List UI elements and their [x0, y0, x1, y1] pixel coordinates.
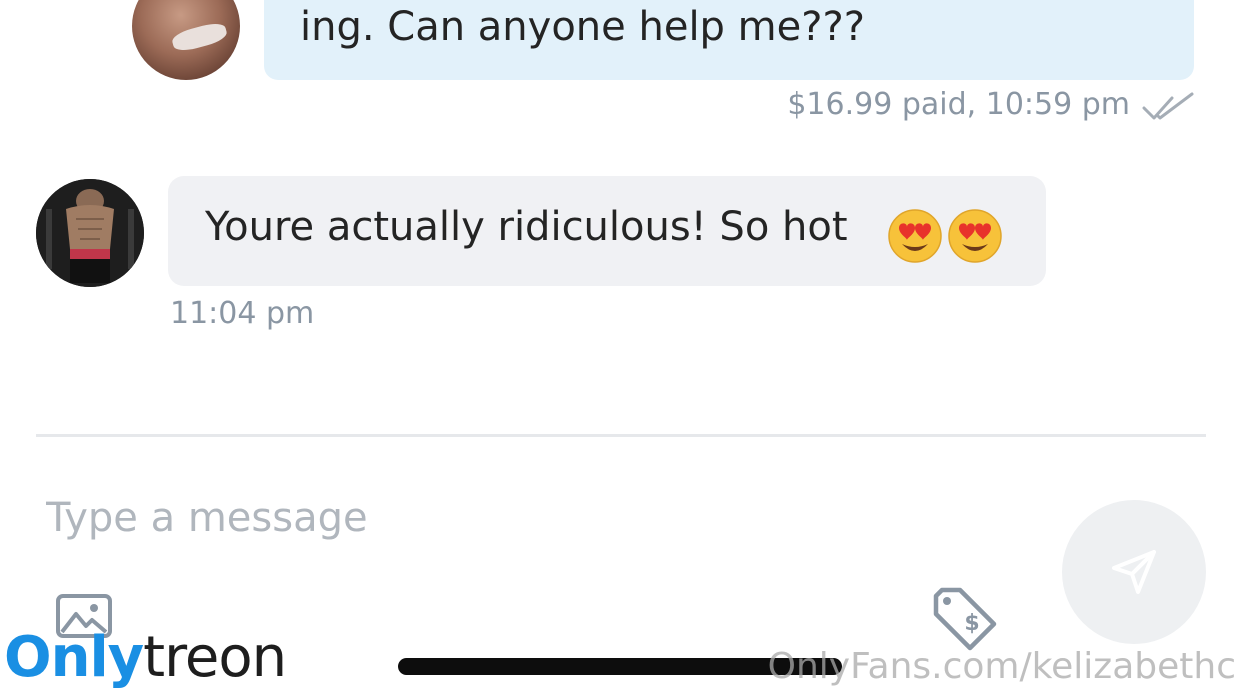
- send-icon: [1112, 550, 1156, 594]
- message-input[interactable]: [46, 488, 1026, 548]
- composer-divider: [36, 434, 1206, 437]
- svg-text:$: $: [964, 611, 979, 636]
- watermark-url: OnlyFans.com/kelizabethc: [767, 646, 1236, 687]
- recipient-avatar[interactable]: [36, 179, 144, 287]
- sent-message-text: ing. Can anyone help me???: [300, 4, 865, 50]
- message-emojis: [887, 208, 1003, 264]
- chat-screen: ing. Can anyone help me??? $16.99 paid, …: [0, 0, 1242, 697]
- avatar-photo-detail: [170, 20, 229, 54]
- avatar-photo: [36, 179, 144, 287]
- price-tag-icon[interactable]: $: [930, 586, 1000, 652]
- heart-eyes-emoji-icon: [948, 209, 1002, 263]
- watermark-logo-part2: treon: [143, 625, 287, 690]
- received-message-time: 11:04 pm: [170, 296, 315, 331]
- sent-message-meta: $16.99 paid, 10:59 pm: [787, 87, 1130, 122]
- watermark-logo: Onlytreon: [4, 625, 287, 690]
- send-button[interactable]: [1062, 500, 1206, 644]
- received-message-text: Youre actually ridiculous! So hot: [205, 204, 848, 250]
- sender-avatar[interactable]: [132, 0, 240, 80]
- heart-eyes-emoji-icon: [888, 209, 942, 263]
- watermark-logo-part1: Only: [4, 625, 144, 690]
- double-check-icon: [1142, 92, 1194, 120]
